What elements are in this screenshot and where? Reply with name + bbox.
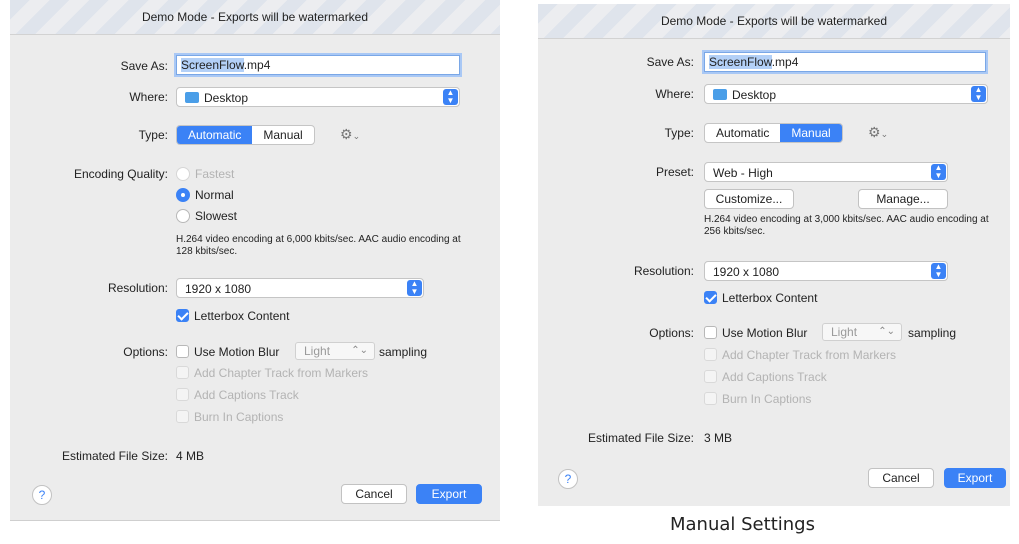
file-size-value: 3 MB (704, 431, 733, 445)
preset-description: H.264 video encoding at 3,000 kbits/sec.… (704, 214, 989, 237)
radio-slowest-label: Slowest (195, 209, 238, 223)
motion-blur-checkbox[interactable] (176, 345, 189, 358)
updown-chevron-icon: ▲ ▼ (443, 89, 458, 105)
radio-fastest (176, 167, 190, 181)
where-popup[interactable]: Desktop ▲ ▼ (704, 84, 988, 104)
resolution-label: Resolution: (107, 281, 168, 295)
captions-track-label: Add Captions Track (722, 370, 827, 384)
export-dialog-manual: Demo Mode - Exports will be watermarked … (538, 4, 1010, 506)
save-as-selected-text: ScreenFlow (709, 55, 772, 69)
folder-icon (185, 92, 199, 103)
encoding-quality-label: Encoding Quality: (73, 167, 168, 181)
save-as-extension: .mp4 (771, 55, 799, 69)
where-popup[interactable]: Desktop ▲ ▼ (176, 87, 460, 107)
chapter-track-checkbox (176, 366, 189, 379)
radio-normal-label: Normal (195, 188, 234, 202)
updown-chevron-icon: ⌃⌄ (878, 326, 895, 337)
burn-captions-label: Burn In Captions (722, 392, 812, 406)
dialog-title: Demo Mode - Exports will be watermarked (10, 0, 500, 35)
radio-normal[interactable] (176, 188, 190, 202)
preset-label: Preset: (655, 165, 694, 179)
type-label: Type: (664, 126, 694, 140)
type-segmented-control[interactable]: Automatic Manual (704, 123, 843, 143)
captions-track-checkbox (704, 370, 717, 383)
options-label: Options: (649, 326, 694, 340)
type-manual-segment[interactable]: Manual (252, 126, 313, 144)
letterbox-label: Letterbox Content (194, 309, 290, 323)
preset-popup[interactable]: Web - High ▲ ▼ (704, 162, 948, 182)
save-as-field[interactable]: ScreenFlow.mp4 (704, 52, 986, 72)
save-as-label: Save As: (120, 59, 168, 73)
customize-button[interactable]: Customize... (704, 189, 794, 209)
burn-captions-checkbox (704, 392, 717, 405)
dialog-title: Demo Mode - Exports will be watermarked (538, 4, 1010, 39)
save-as-field[interactable]: ScreenFlow.mp4 (176, 55, 460, 75)
updown-chevron-icon: ▲ ▼ (931, 164, 946, 180)
type-automatic-segment[interactable]: Automatic (177, 126, 253, 144)
where-value: Desktop (732, 88, 777, 102)
export-button[interactable]: Export (944, 468, 1006, 488)
save-as-selected-text: ScreenFlow (181, 58, 244, 72)
where-label: Where: (655, 87, 694, 101)
preset-value: Web - High (713, 166, 773, 180)
blur-level-value: Light (831, 325, 858, 339)
manage-button[interactable]: Manage... (858, 189, 948, 209)
captions-track-label: Add Captions Track (194, 388, 299, 402)
chapter-track-label: Add Chapter Track from Markers (194, 366, 369, 380)
updown-chevron-icon: ▲ ▼ (407, 280, 422, 296)
motion-blur-checkbox[interactable] (704, 326, 717, 339)
chapter-track-checkbox (704, 348, 717, 361)
motion-blur-label: Use Motion Blur (722, 326, 808, 340)
captions-track-checkbox (176, 388, 189, 401)
resolution-popup[interactable]: 1920 x 1080 ▲ ▼ (176, 278, 424, 298)
updown-chevron-icon: ▲ ▼ (971, 86, 986, 102)
type-label: Type: (138, 128, 168, 142)
where-value: Desktop (204, 91, 249, 105)
resolution-value: 1920 x 1080 (185, 282, 252, 296)
letterbox-label: Letterbox Content (722, 291, 818, 305)
file-size-label: Estimated File Size: (587, 431, 694, 445)
type-automatic-segment[interactable]: Automatic (705, 124, 780, 142)
export-button[interactable]: Export (416, 484, 482, 504)
encoding-description: H.264 video encoding at 6,000 kbits/sec.… (176, 234, 461, 257)
sampling-label: sampling (379, 345, 428, 359)
help-icon[interactable]: ? (558, 469, 578, 489)
sampling-label: sampling (908, 326, 957, 340)
save-as-extension: .mp4 (243, 58, 271, 72)
save-as-label: Save As: (646, 55, 694, 69)
blur-level-value: Light (304, 344, 331, 358)
blur-level-popup: Light ⌃⌄ (822, 323, 902, 341)
burn-captions-label: Burn In Captions (194, 410, 284, 424)
gear-icon[interactable]: ⚙⌄ (340, 124, 360, 146)
help-icon[interactable]: ? (32, 485, 52, 505)
resolution-label: Resolution: (633, 264, 694, 278)
chapter-track-label: Add Chapter Track from Markers (722, 348, 897, 362)
cancel-button[interactable]: Cancel (341, 484, 407, 504)
updown-chevron-icon: ⌃⌄ (351, 345, 368, 356)
cancel-button[interactable]: Cancel (868, 468, 934, 488)
resolution-value: 1920 x 1080 (713, 265, 780, 279)
motion-blur-label: Use Motion Blur (194, 345, 280, 359)
gear-icon[interactable]: ⚙⌄ (868, 122, 888, 144)
letterbox-checkbox[interactable] (176, 309, 189, 322)
type-segmented-control[interactable]: Automatic Manual (176, 125, 315, 145)
burn-captions-checkbox (176, 410, 189, 423)
letterbox-checkbox[interactable] (704, 291, 717, 304)
updown-chevron-icon: ▲ ▼ (931, 263, 946, 279)
radio-slowest[interactable] (176, 209, 190, 223)
folder-icon (713, 89, 727, 100)
options-label: Options: (123, 345, 168, 359)
resolution-popup[interactable]: 1920 x 1080 ▲ ▼ (704, 261, 948, 281)
figure-caption: Manual Settings (670, 514, 815, 535)
type-manual-segment[interactable]: Manual (780, 124, 842, 142)
blur-level-popup: Light ⌃⌄ (295, 342, 375, 360)
file-size-label: Estimated File Size: (61, 449, 168, 463)
radio-fastest-label: Fastest (195, 167, 235, 181)
where-label: Where: (129, 90, 168, 104)
export-dialog-automatic: Demo Mode - Exports will be watermarked … (10, 0, 500, 521)
file-size-value: 4 MB (176, 449, 205, 463)
